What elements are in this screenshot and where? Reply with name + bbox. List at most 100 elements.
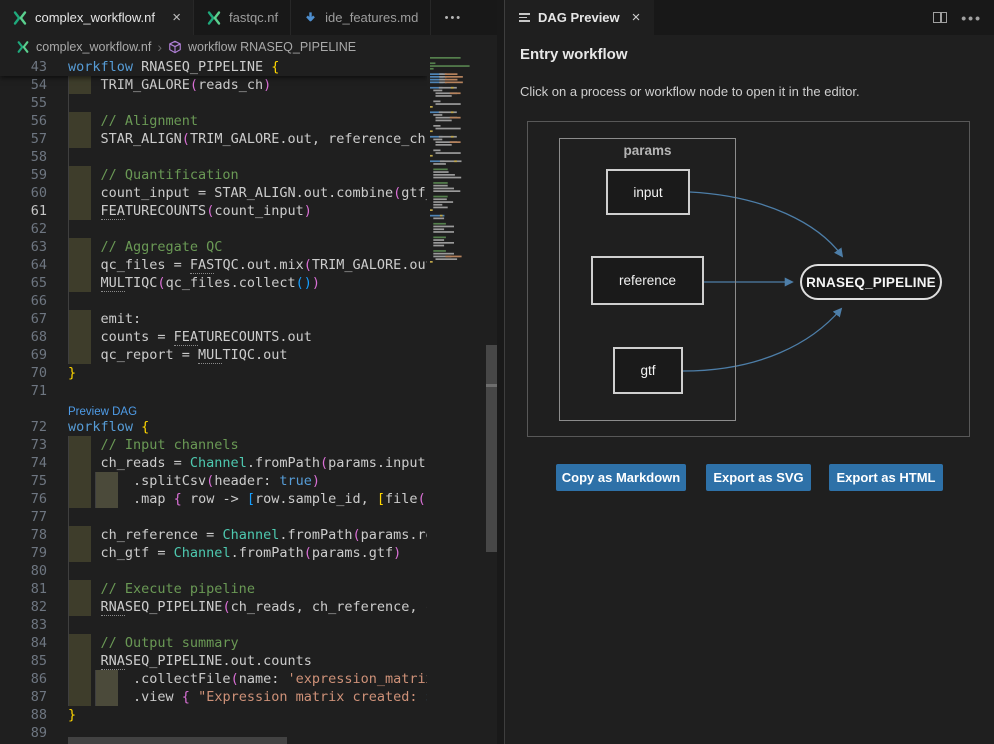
line-number: 66 bbox=[0, 292, 47, 310]
line-number: 88 bbox=[0, 706, 47, 724]
minimap[interactable] bbox=[428, 57, 487, 697]
panel-content: Entry workflow Click on a process or wor… bbox=[505, 35, 994, 744]
code-line: 57 STAR_ALIGN(TRIM_GALORE.out, reference… bbox=[0, 130, 427, 148]
tab-label: complex_workflow.nf bbox=[35, 10, 155, 25]
code-line: 65 MULTIQC(qc_files.collect()) bbox=[0, 274, 427, 292]
tab-dag-preview[interactable]: DAG Preview × bbox=[505, 0, 654, 35]
code-line: 67 emit: bbox=[0, 310, 427, 328]
editor-panel-sash[interactable] bbox=[497, 0, 505, 744]
line-number: 85 bbox=[0, 652, 47, 670]
line-number: 81 bbox=[0, 580, 47, 598]
line-number: 75 bbox=[0, 472, 47, 490]
line-number: 76 bbox=[0, 490, 47, 508]
line-number: 71 bbox=[0, 382, 47, 400]
line-number: 43 bbox=[0, 58, 47, 76]
scrollbar-decoration bbox=[486, 384, 497, 387]
dag-node-rnaseq-pipeline[interactable]: RNASEQ_PIPELINE bbox=[800, 264, 942, 300]
line-number: 70 bbox=[0, 364, 47, 382]
more-tabs-button[interactable]: ••• bbox=[431, 0, 475, 35]
line-number: 78 bbox=[0, 526, 47, 544]
line-number: 56 bbox=[0, 112, 47, 130]
line-number: 59 bbox=[0, 166, 47, 184]
code-line: 61 FEATURECOUNTS(count_input) bbox=[0, 202, 427, 220]
code-line: 75 .splitCsv(header: true) bbox=[0, 472, 427, 490]
line-number: 84 bbox=[0, 634, 47, 652]
tab-label: fastqc.nf bbox=[229, 10, 278, 25]
line-number: 55 bbox=[0, 94, 47, 112]
tab-ide-features-md[interactable]: ide_features.md bbox=[291, 0, 431, 35]
code-line: 60 count_input = STAR_ALIGN.out.combine(… bbox=[0, 184, 427, 202]
codelens-row: Preview DAG bbox=[0, 400, 427, 418]
dag-preview-panel: DAG Preview × ••• Entry workflow Click o… bbox=[505, 0, 994, 744]
line-number: 69 bbox=[0, 346, 47, 364]
tab-complex-workflow-nf[interactable]: complex_workflow.nf × bbox=[0, 0, 194, 35]
code-line: 81 // Execute pipeline bbox=[0, 580, 427, 598]
dag-diagram: params input reference gtf RNASEQ_PIPELI… bbox=[527, 121, 970, 437]
code-line: 69 qc_report = MULTIQC.out bbox=[0, 346, 427, 364]
line-number: 64 bbox=[0, 256, 47, 274]
chevron-right-icon: › bbox=[157, 39, 162, 55]
dag-node-reference[interactable]: reference bbox=[591, 256, 704, 305]
code-line: 82 RNASEQ_PIPELINE(ch_reads, ch_referenc… bbox=[0, 598, 427, 616]
tab-fastqc-nf[interactable]: fastqc.nf bbox=[194, 0, 291, 35]
close-icon[interactable]: × bbox=[172, 10, 181, 25]
line-number: 80 bbox=[0, 562, 47, 580]
preview-list-icon bbox=[519, 13, 530, 22]
code-line: 71 bbox=[0, 382, 427, 400]
panel-heading: Entry workflow bbox=[520, 46, 628, 63]
line-number: 89 bbox=[0, 724, 47, 742]
line-number: 86 bbox=[0, 670, 47, 688]
line-number: 73 bbox=[0, 436, 47, 454]
export-as-html-button[interactable]: Export as HTML bbox=[829, 464, 943, 491]
line-number: 79 bbox=[0, 544, 47, 562]
line-number: 63 bbox=[0, 238, 47, 256]
code-line: 63 // Aggregate QC bbox=[0, 238, 427, 256]
dag-node-input[interactable]: input bbox=[606, 169, 690, 215]
line-number: 67 bbox=[0, 310, 47, 328]
markdown-icon bbox=[303, 10, 318, 25]
code-line: 56 // Alignment bbox=[0, 112, 427, 130]
horizontal-scrollbar[interactable] bbox=[68, 737, 287, 744]
nextflow-icon bbox=[16, 40, 30, 54]
code-line: 72workflow { bbox=[0, 418, 427, 436]
line-number: 58 bbox=[0, 148, 47, 166]
dag-node-gtf[interactable]: gtf bbox=[613, 347, 683, 394]
code-line: 88} bbox=[0, 706, 427, 724]
line-number: 68 bbox=[0, 328, 47, 346]
export-as-svg-button[interactable]: Export as SVG bbox=[706, 464, 811, 491]
line-number: 77 bbox=[0, 508, 47, 526]
split-editor-icon[interactable] bbox=[933, 12, 947, 23]
more-actions-icon[interactable]: ••• bbox=[961, 10, 982, 26]
code-line: 70} bbox=[0, 364, 427, 382]
sticky-code-line: 43workflow RNASEQ_PIPELINE { bbox=[0, 58, 427, 76]
code-line: 59 // Quantification bbox=[0, 166, 427, 184]
line-number: 65 bbox=[0, 274, 47, 292]
nextflow-icon bbox=[12, 10, 28, 26]
code-line: 62 bbox=[0, 220, 427, 238]
code-line: 86 .collectFile(name: 'expression_matrix… bbox=[0, 670, 427, 688]
breadcrumb[interactable]: complex_workflow.nf › workflow RNASEQ_PIPE… bbox=[0, 35, 497, 58]
breadcrumb-file[interactable]: complex_workflow.nf bbox=[36, 40, 151, 54]
line-number: 83 bbox=[0, 616, 47, 634]
code-line: 76 .map { row -> [row.sample_id, [file(r… bbox=[0, 490, 427, 508]
editor-tab-bar: complex_workflow.nf × fastqc.nf ide_feature… bbox=[0, 0, 497, 35]
panel-description: Click on a process or workflow node to o… bbox=[520, 84, 860, 99]
codelens-preview-dag[interactable]: Preview DAG bbox=[68, 406, 137, 418]
code-line: 74 ch_reads = Channel.fromPath(params.in… bbox=[0, 454, 427, 472]
code-editor[interactable]: 43workflow RNASEQ_PIPELINE {54 TRIM_GALO… bbox=[0, 58, 427, 744]
code-line: 79 ch_gtf = Channel.fromPath(params.gtf) bbox=[0, 544, 427, 562]
code-line: 55 bbox=[0, 94, 427, 112]
code-line: 85 RNASEQ_PIPELINE.out.counts bbox=[0, 652, 427, 670]
panel-tab-bar: DAG Preview × ••• bbox=[505, 0, 994, 35]
copy-as-markdown-button[interactable]: Copy as Markdown bbox=[556, 464, 686, 491]
vertical-scrollbar[interactable] bbox=[486, 345, 497, 552]
code-line: 54 TRIM_GALORE(reads_ch) bbox=[0, 76, 427, 94]
breadcrumb-symbol[interactable]: workflow RNASEQ_PIPELINE bbox=[188, 40, 356, 54]
code-line: 77 bbox=[0, 508, 427, 526]
line-number: 60 bbox=[0, 184, 47, 202]
line-number: 61 bbox=[0, 202, 47, 220]
line-number: 87 bbox=[0, 688, 47, 706]
cluster-label: params bbox=[560, 143, 735, 158]
line-number: 74 bbox=[0, 454, 47, 472]
close-icon[interactable]: × bbox=[632, 9, 641, 26]
